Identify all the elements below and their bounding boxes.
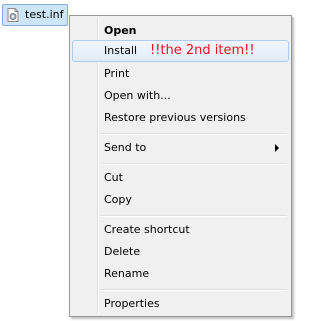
menu-separator bbox=[100, 163, 287, 165]
menu-item-open-with[interactable]: Open with... bbox=[72, 85, 289, 107]
menu-item-open[interactable]: Open bbox=[72, 20, 289, 42]
menu-item-label: Open bbox=[104, 24, 137, 37]
menu-item-restore-previous-versions[interactable]: Restore previous versions bbox=[72, 107, 289, 129]
menu-item-label: Create shortcut bbox=[104, 223, 190, 236]
context-menu: Open Install !!the 2nd item!! Print Open… bbox=[69, 15, 292, 317]
menu-item-label: Send to bbox=[104, 141, 147, 154]
menu-item-cut[interactable]: Cut bbox=[72, 167, 289, 189]
menu-item-label: Cut bbox=[104, 171, 123, 184]
menu-item-label: Delete bbox=[104, 245, 141, 258]
file-item-test-inf[interactable]: test.inf bbox=[2, 4, 68, 26]
settings-file-icon bbox=[6, 8, 20, 22]
menu-item-create-shortcut[interactable]: Create shortcut bbox=[72, 219, 289, 241]
file-name: test.inf bbox=[25, 8, 64, 21]
menu-item-label: Install bbox=[104, 44, 138, 57]
menu-separator bbox=[100, 133, 287, 135]
menu-item-label: Rename bbox=[104, 267, 150, 280]
submenu-arrow-icon bbox=[275, 144, 279, 152]
menu-item-send-to[interactable]: Send to bbox=[72, 137, 289, 159]
menu-item-rename[interactable]: Rename bbox=[72, 263, 289, 285]
menu-item-label: Restore previous versions bbox=[104, 111, 246, 124]
menu-item-label: Open with... bbox=[104, 89, 171, 102]
menu-item-label: Properties bbox=[104, 297, 160, 310]
menu-item-delete[interactable]: Delete bbox=[72, 241, 289, 263]
menu-item-label: Copy bbox=[104, 193, 132, 206]
annotation-text: !!the 2nd item!! bbox=[150, 43, 255, 58]
menu-item-install[interactable]: Install !!the 2nd item!! bbox=[72, 40, 289, 62]
menu-separator bbox=[100, 289, 287, 291]
menu-item-properties[interactable]: Properties bbox=[72, 293, 289, 315]
menu-separator bbox=[100, 215, 287, 217]
menu-item-label: Print bbox=[104, 67, 130, 80]
menu-item-copy[interactable]: Copy bbox=[72, 189, 289, 211]
menu-item-print[interactable]: Print bbox=[72, 63, 289, 85]
